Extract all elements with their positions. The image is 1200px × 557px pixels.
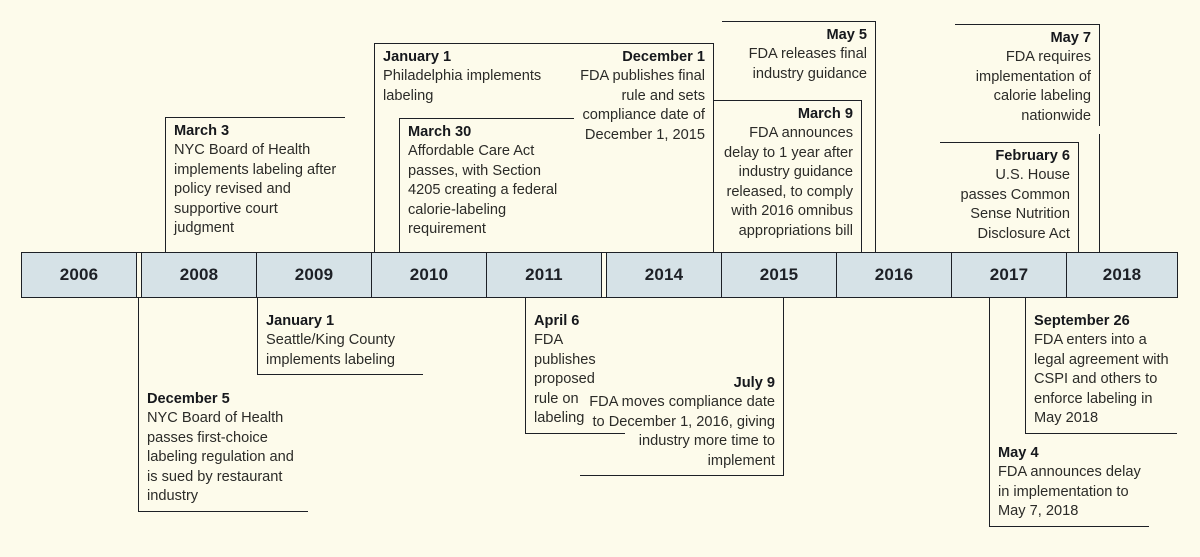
callout-text: Philadelphia implements labeling [383, 68, 542, 104]
callout-may-7-2018: May 7 FDA requires implementation of cal… [955, 24, 1100, 127]
callout-date: December 5 [147, 391, 230, 407]
year-label: 2010 [409, 265, 449, 284]
year-cell-2016[interactable]: 2016 [837, 253, 952, 297]
callout-december-1-2014: December 1 FDA publishes final rule and … [556, 43, 714, 146]
connector-march-30-2010 [399, 237, 400, 253]
year-label: 2017 [989, 265, 1029, 284]
year-label: 2009 [294, 265, 334, 284]
callout-text: FDA announces delay in implementation to… [998, 464, 1141, 520]
callout-january-1-2010: January 1 Philadelphia implements labeli… [374, 43, 564, 107]
year-cell-2017[interactable]: 2017 [952, 253, 1067, 297]
callout-may-5-2016: May 5 FDA releases final industry guidan… [722, 21, 876, 85]
callout-date: March 30 [408, 124, 472, 140]
connector-may-7-2018 [1098, 134, 1100, 253]
year-label: 2011 [525, 265, 563, 284]
callout-date: March 3 [174, 123, 230, 139]
callout-text: FDA announces delay to 1 year after indu… [724, 125, 853, 239]
callout-date: March 9 [797, 106, 853, 122]
year-cell-2011[interactable]: 2011 [487, 253, 602, 297]
year-cell-2010[interactable]: 2010 [372, 253, 487, 297]
callout-text: NYC Board of Health passes first-choice … [147, 410, 294, 505]
year-label: 2018 [1102, 265, 1142, 284]
year-cell-2006[interactable]: 2006 [22, 253, 137, 297]
year-cell-2014[interactable]: 2014 [607, 253, 722, 297]
callout-text: NYC Board of Health implements labeling … [174, 142, 337, 237]
connector-september-26-2017 [1025, 298, 1026, 314]
connector-may-4-2017 [989, 298, 990, 446]
callout-text: FDA requires implementation of calorie l… [975, 49, 1091, 124]
year-cell-2009[interactable]: 2009 [257, 253, 372, 297]
year-label: 2008 [179, 265, 219, 284]
callout-march-30-2010: March 30 Affordable Care Act passes, wit… [399, 118, 574, 240]
callout-march-3-2008: March 3 NYC Board of Health implements l… [165, 117, 345, 239]
connector-january-1-2010 [374, 101, 375, 253]
callout-date: April 6 [534, 313, 580, 329]
connector-april-6-2011 [525, 298, 526, 314]
callout-date: January 1 [383, 49, 452, 65]
connector-july-9-2015 [782, 298, 784, 376]
year-cell-2015[interactable]: 2015 [722, 253, 837, 297]
callout-february-6-2018: February 6 U.S. House passes Common Sens… [940, 142, 1079, 245]
callout-march-9-2016: March 9 FDA announces delay to 1 year af… [714, 100, 862, 242]
callout-text: FDA enters into a legal agreement with C… [1034, 332, 1169, 427]
callout-date: December 1 [622, 49, 705, 65]
callout-text: FDA publishes final rule and sets compli… [580, 68, 705, 143]
callout-date: January 1 [266, 313, 335, 329]
connector-march-3-2008 [165, 237, 166, 253]
connector-may-5-2016 [874, 81, 876, 253]
year-label: 2006 [59, 265, 99, 284]
callout-text: Affordable Care Act passes, with Section… [408, 143, 558, 238]
year-cell-2018[interactable]: 2018 [1067, 253, 1177, 297]
callout-date: September 26 [1034, 313, 1130, 329]
callout-january-1-2009: January 1 Seattle/King County implements… [257, 312, 423, 376]
callout-text: U.S. House passes Common Sense Nutrition… [960, 167, 1071, 242]
connector-march-9-2016 [860, 237, 862, 253]
year-label: 2014 [644, 265, 684, 284]
year-cell-2008[interactable]: 2008 [142, 253, 257, 297]
callout-text: Seattle/King County implements labeling [266, 332, 395, 368]
callout-text: FDA releases final industry guidance [748, 46, 867, 82]
timeline-figure: March 3 NYC Board of Health implements l… [0, 0, 1200, 557]
callout-july-9-2015: July 9 FDA moves compliance date to Dece… [580, 374, 784, 477]
year-label: 2016 [874, 265, 914, 284]
callout-date: May 5 [826, 27, 867, 43]
callout-december-5-2006: December 5 NYC Board of Health passes fi… [138, 390, 308, 512]
callout-date: July 9 [733, 375, 775, 391]
callout-text: FDA moves compliance date to December 1,… [589, 394, 775, 469]
callout-date: May 7 [1050, 30, 1091, 46]
callout-date: February 6 [995, 148, 1070, 164]
year-label: 2015 [759, 265, 799, 284]
callout-september-26-2017: September 26 FDA enters into a legal agr… [1025, 312, 1177, 434]
timeline-year-bar: 2006 2008 2009 2010 2011 2014 2015 2016 … [21, 252, 1178, 298]
connector-february-6-2018 [1077, 237, 1079, 253]
callout-date: May 4 [998, 445, 1039, 461]
callout-may-4-2017: May 4 FDA announces delay in implementat… [989, 444, 1149, 527]
connector-january-1-2009 [257, 298, 258, 314]
connector-december-5-2006 [138, 298, 139, 392]
